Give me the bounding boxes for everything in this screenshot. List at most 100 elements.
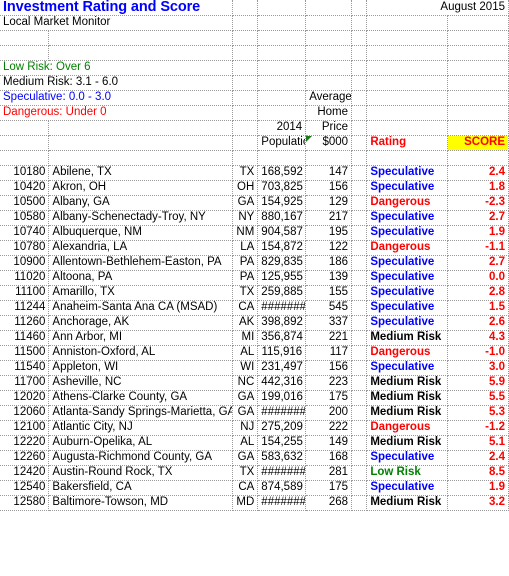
cell-population[interactable]: 154,872 <box>257 240 307 256</box>
cell-score[interactable]: 3.2 <box>447 495 509 511</box>
cell-home-price[interactable]: 186 <box>305 255 353 271</box>
cell-blank[interactable] <box>351 405 368 421</box>
cell-blank[interactable] <box>305 0 353 16</box>
table-row[interactable]: 12420Austin-Round Rock, TXTX########281 L… <box>0 465 509 481</box>
cell-score[interactable]: 1.8 <box>447 180 509 196</box>
cell-rating[interactable]: Dangerous <box>366 420 448 436</box>
cell-blank[interactable] <box>0 120 50 136</box>
cell-blank[interactable] <box>351 75 368 91</box>
cell-rating[interactable]: Medium Risk <box>366 390 448 406</box>
cell-score[interactable]: 1.9 <box>447 480 509 496</box>
cell-blank[interactable] <box>305 30 353 46</box>
cell-home-price[interactable]: 156 <box>305 180 353 196</box>
cell-market-name[interactable]: Ann Arbor, MI <box>48 330 233 346</box>
cell-score[interactable]: 0.0 <box>447 270 509 286</box>
cell-home-price[interactable]: 223 <box>305 375 353 391</box>
cell-blank[interactable] <box>366 90 448 106</box>
cell-score[interactable]: 5.1 <box>447 435 509 451</box>
cell-market-name[interactable]: Bakersfield, CA <box>48 480 233 496</box>
cell-blank[interactable] <box>351 90 368 106</box>
cell-market-name[interactable]: Atlanta-Sandy Springs-Marietta, GA <box>48 405 233 421</box>
table-row[interactable]: 11460 Ann Arbor, MI MI 356,874 221 Medium Ris… <box>0 330 509 346</box>
cell-blank[interactable] <box>232 135 259 151</box>
cell-blank[interactable] <box>305 15 353 31</box>
cell-blank[interactable] <box>447 75 509 91</box>
cell-blank[interactable] <box>232 75 259 91</box>
cell-population[interactable]: 356,874 <box>257 330 307 346</box>
cell-population[interactable]: 703,825 <box>257 180 307 196</box>
cell-market-id[interactable]: 11100 <box>0 285 50 301</box>
cell-blank[interactable] <box>351 480 368 496</box>
cell-score[interactable]: -1.2 <box>447 420 509 436</box>
cell-state[interactable]: AL <box>232 435 259 451</box>
cell-state[interactable]: LA <box>232 240 259 256</box>
table-row[interactable]: 11540 Appleton, WI WI 231,497 156 Speculative… <box>0 360 509 376</box>
cell-market-name[interactable]: Austin-Round Rock, TX <box>48 465 233 481</box>
cell-rating[interactable]: Speculative <box>366 210 448 226</box>
cell-blank[interactable] <box>447 60 509 76</box>
cell-state[interactable]: CA <box>232 480 259 496</box>
cell-rating[interactable]: Low Risk <box>366 465 448 481</box>
cell-home-price[interactable]: 156 <box>305 360 353 376</box>
table-row[interactable]: 11700 Asheville, NC NC 442,316 223 Medium Ris… <box>0 375 509 391</box>
cell-state[interactable]: TX <box>232 465 259 481</box>
cell-blank[interactable] <box>351 150 368 166</box>
cell-score[interactable]: 5.3 <box>447 405 509 421</box>
cell-market-id[interactable]: 12100 <box>0 420 50 436</box>
cell-home-price[interactable]: 129 <box>305 195 353 211</box>
cell-blank[interactable] <box>351 165 368 181</box>
table-row[interactable]: 12540 Bakersfield, CA CA 874,589 175 Speculat… <box>0 480 509 496</box>
cell-market-id[interactable]: 12260 <box>0 450 50 466</box>
cell-market-name[interactable]: Augusta-Richmond County, GA <box>48 450 233 466</box>
cell-blank[interactable] <box>351 195 368 211</box>
cell-blank[interactable] <box>351 300 368 316</box>
table-row[interactable]: 10580 Albany-Schenectady-Troy, NY NY 880,16… <box>0 210 509 226</box>
cell-blank[interactable] <box>447 120 509 136</box>
cell-state[interactable]: NY <box>232 210 259 226</box>
cell-blank[interactable] <box>257 15 307 31</box>
cell-home-price[interactable]: 175 <box>305 480 353 496</box>
cell-rating[interactable]: Medium Risk <box>366 405 448 421</box>
cell-state[interactable]: WI <box>232 360 259 376</box>
cell-score[interactable]: 2.6 <box>447 315 509 331</box>
cell-blank[interactable] <box>257 0 307 16</box>
cell-score[interactable]: -1.0 <box>447 345 509 361</box>
cell-home-price[interactable]: 175 <box>305 390 353 406</box>
cell-blank[interactable] <box>0 150 50 166</box>
table-row[interactable]: 11244 Anaheim-Santa Ana CA (MSAD) CA ######… <box>0 300 509 316</box>
cell-blank[interactable] <box>232 105 259 121</box>
cell-state[interactable]: PA <box>232 270 259 286</box>
cell-state[interactable]: NC <box>232 375 259 391</box>
cell-blank[interactable] <box>366 105 448 121</box>
cell-blank[interactable] <box>351 285 368 301</box>
cell-rating[interactable]: Medium Risk <box>366 330 448 346</box>
table-row[interactable]: 10780 Alexandria, LA LA 154,872 122 Dangerous… <box>0 240 509 256</box>
cell-home-price[interactable]: 221 <box>305 330 353 346</box>
table-row[interactable]: 11500 Anniston-Oxford, AL AL 115,916 117 Dang… <box>0 345 509 361</box>
cell-market-id[interactable]: 11500 <box>0 345 50 361</box>
cell-blank[interactable] <box>447 30 509 46</box>
cell-rating[interactable]: Speculative <box>366 480 448 496</box>
cell-blank[interactable] <box>305 150 353 166</box>
cell-home-price[interactable]: 139 <box>305 270 353 286</box>
cell-blank[interactable] <box>351 15 368 31</box>
cell-population[interactable]: 398,892 <box>257 315 307 331</box>
cell-market-name[interactable]: Auburn-Opelika, AL <box>48 435 233 451</box>
cell-home-price[interactable]: 217 <box>305 210 353 226</box>
cell-blank[interactable] <box>232 120 259 136</box>
cell-rating[interactable]: Speculative <box>366 300 448 316</box>
cell-home-price[interactable]: 337 <box>305 315 353 331</box>
cell-market-id[interactable]: 12420 <box>0 465 50 481</box>
table-row[interactable]: 11020 Altoona, PA PA 125,955 139 Speculative 0… <box>0 270 509 286</box>
cell-rating[interactable]: Medium Risk <box>366 435 448 451</box>
cell-home-price[interactable]: 195 <box>305 225 353 241</box>
cell-home-price[interactable]: 149 <box>305 435 353 451</box>
cell-blank[interactable] <box>351 345 368 361</box>
cell-blank[interactable] <box>48 120 233 136</box>
cell-state[interactable]: AK <box>232 315 259 331</box>
cell-market-id[interactable]: 12220 <box>0 435 50 451</box>
cell-state[interactable]: PA <box>232 255 259 271</box>
cell-blank[interactable] <box>305 60 353 76</box>
cell-market-id[interactable]: 10420 <box>0 180 50 196</box>
cell-blank[interactable] <box>351 120 368 136</box>
